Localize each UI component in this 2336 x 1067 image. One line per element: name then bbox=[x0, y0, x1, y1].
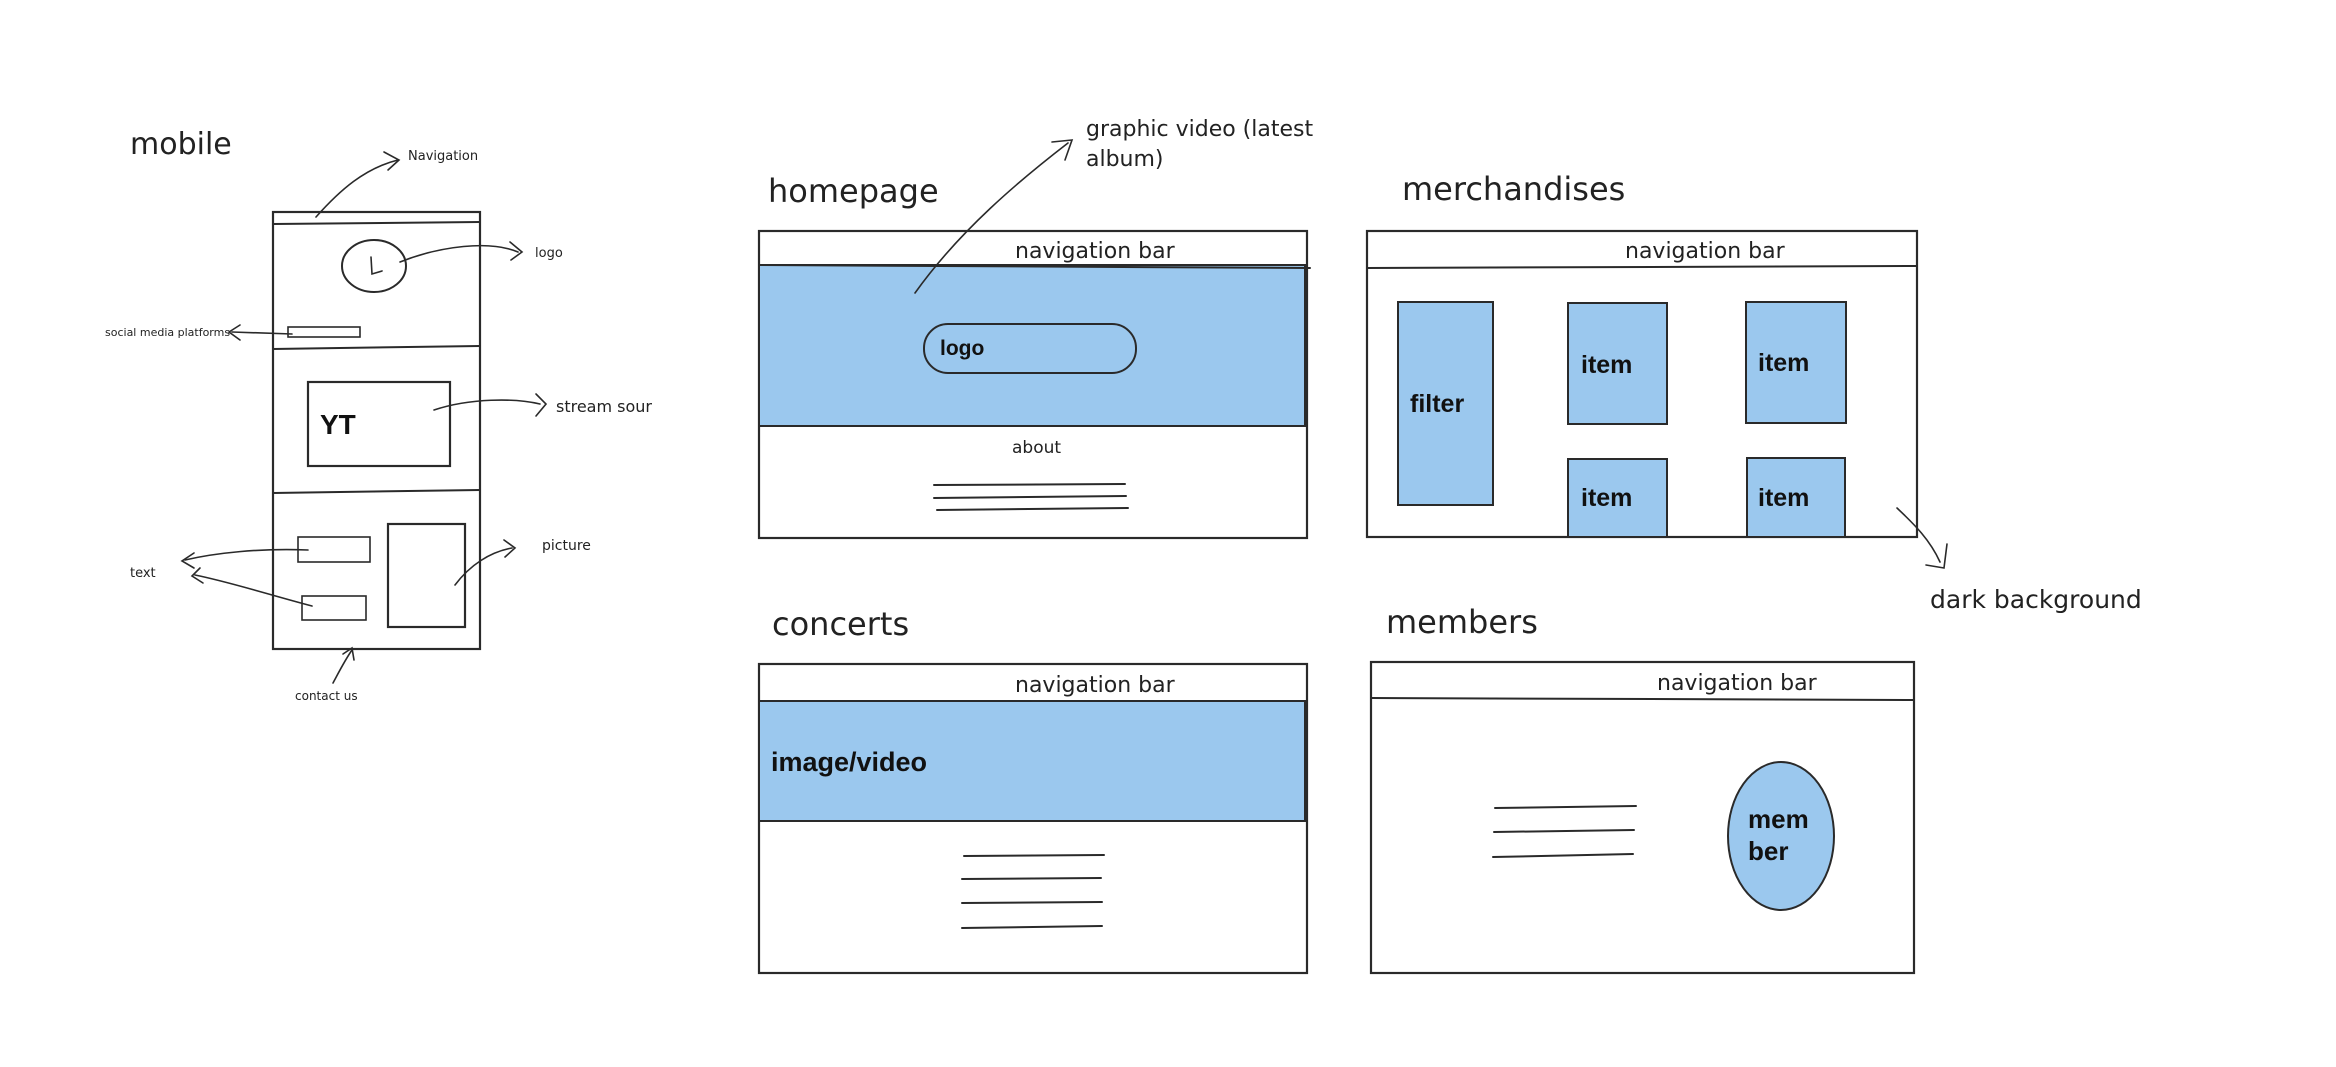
mobile-picture-label: picture bbox=[542, 538, 591, 554]
members-title: members bbox=[1386, 603, 1538, 641]
homepage-about-label: about bbox=[1012, 438, 1061, 458]
mobile-wireframe: mobile Navigation logo social media plat… bbox=[105, 127, 652, 703]
homepage-graphic-arrowhead bbox=[1051, 139, 1074, 161]
concerts-title: concerts bbox=[772, 605, 909, 643]
concerts-nav-label: navigation bar bbox=[1015, 673, 1176, 698]
concerts-media-label: image/video bbox=[771, 747, 927, 777]
merch-nav-label: navigation bar bbox=[1625, 239, 1786, 264]
concerts-line-3 bbox=[961, 901, 1103, 904]
homepage-title: homepage bbox=[768, 172, 939, 210]
members-member-label-1: mem bbox=[1748, 804, 1809, 834]
mobile-text-box-1 bbox=[297, 536, 371, 563]
mobile-yt-label: YT bbox=[320, 409, 356, 440]
homepage-about-line-1 bbox=[933, 483, 1126, 486]
members-member-label-2: ber bbox=[1748, 836, 1788, 866]
merch-item-4-label: item bbox=[1758, 484, 1809, 512]
merch-wireframe: merchandises navigation bar filter item … bbox=[1365, 170, 2142, 614]
mobile-nav-label: Navigation bbox=[408, 149, 478, 164]
mobile-text-arrowhead-1 bbox=[180, 552, 195, 569]
mobile-logo-label: logo bbox=[535, 246, 563, 261]
merch-title: merchandises bbox=[1402, 170, 1625, 208]
wireframe-canvas: mobile Navigation logo social media plat… bbox=[105, 117, 2142, 975]
concerts-line-2 bbox=[961, 877, 1102, 880]
mobile-title: mobile bbox=[130, 127, 232, 162]
merch-item-1-label: item bbox=[1581, 351, 1632, 379]
concerts-line-1 bbox=[963, 854, 1105, 857]
homepage-wireframe: homepage navigation bar logo graphic vid… bbox=[757, 117, 1313, 540]
mobile-nav-arrow bbox=[315, 159, 399, 218]
mobile-contact-label: contact us bbox=[295, 689, 358, 703]
homepage-graphic-note-line2: album) bbox=[1086, 147, 1164, 172]
homepage-graphic-note-line1: graphic video (latest bbox=[1086, 117, 1313, 142]
homepage-nav-label: navigation bar bbox=[1015, 239, 1176, 264]
merch-filter-label: filter bbox=[1410, 390, 1464, 418]
concerts-wireframe: concerts navigation bar image/video bbox=[757, 605, 1309, 975]
mobile-text-label: text bbox=[130, 566, 156, 581]
members-wireframe: members navigation bar mem ber bbox=[1369, 603, 1916, 975]
mobile-social-label: social media platforms bbox=[105, 326, 230, 339]
mobile-stream-arrowhead bbox=[535, 393, 548, 417]
members-nav-label: navigation bar bbox=[1657, 671, 1818, 696]
mobile-social-bar bbox=[287, 326, 361, 338]
mobile-contact-arrow bbox=[332, 649, 353, 684]
mobile-picture-box bbox=[386, 522, 467, 629]
mobile-logo-circle bbox=[341, 239, 407, 293]
mobile-text-box-2 bbox=[301, 595, 367, 621]
merch-item-3-label: item bbox=[1581, 484, 1632, 512]
mobile-stream-label: stream sour bbox=[556, 397, 652, 416]
merch-item-2-label: item bbox=[1758, 349, 1809, 377]
merch-bg-note: dark background bbox=[1930, 585, 2142, 614]
homepage-logo-label: logo bbox=[940, 337, 984, 360]
